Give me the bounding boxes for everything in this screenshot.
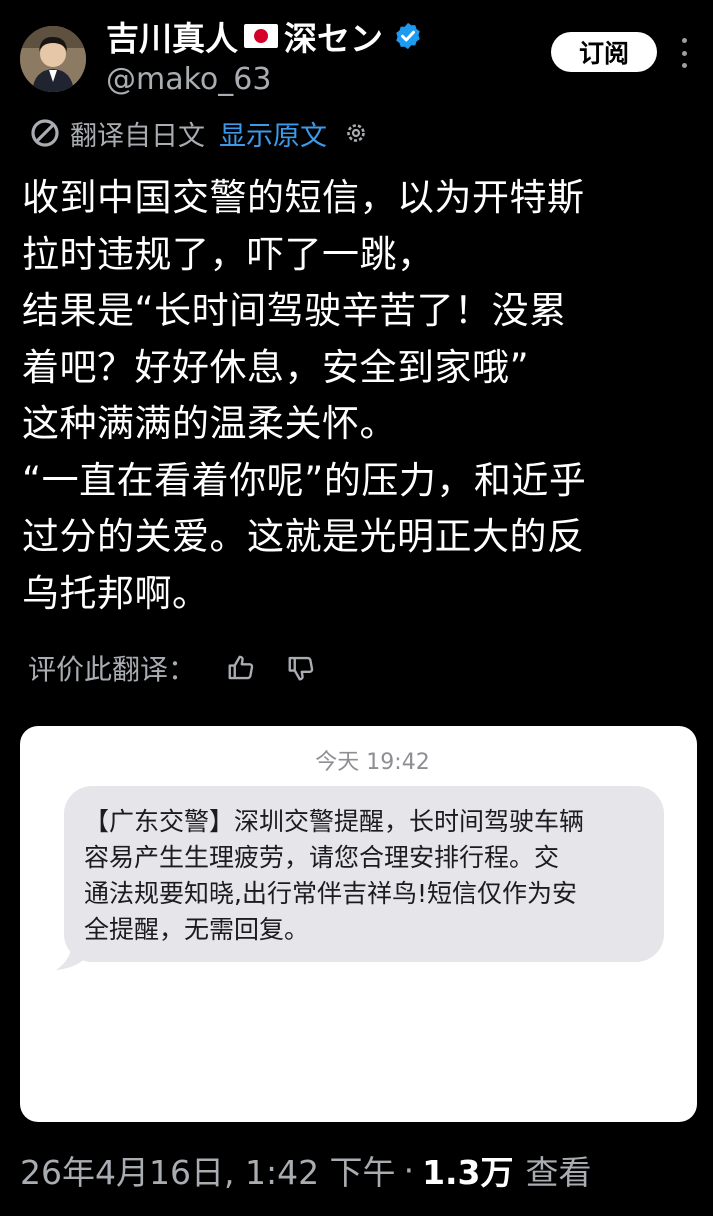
tweet-text-line: 乌托邦啊。 <box>22 571 210 615</box>
author-display-name[interactable]: 吉川真人 <box>106 12 238 60</box>
tweet-text-line: 着吧？好好休息，安全到家哦” <box>22 345 530 389</box>
tweet-text-line: 这种满满的温柔关怀。 <box>22 402 397 445</box>
tweet-text-line: 收到中国交警的短信，以为开特斯 <box>22 176 585 219</box>
tweet-text-line: 结果是“长时间驾驶辛苦了！没累 <box>22 289 567 332</box>
sms-text-line: 容易产生生理疲劳，请您合理安排行程。交 <box>84 843 560 872</box>
tweet-meta: 26年4月16日, 1:42 下午 · 1.3万 查看 <box>20 1146 592 1194</box>
meta-separator: · <box>403 1150 415 1190</box>
avatar[interactable] <box>20 26 86 92</box>
rate-translation-label: 评价此翻译： <box>28 653 197 686</box>
author-name-row[interactable]: 吉川真人 深セン <box>106 14 423 58</box>
show-original-link[interactable]: 显示原文 <box>219 114 327 153</box>
japan-flag-icon <box>244 24 278 48</box>
translated-from-label: 翻译自日文 <box>70 120 205 152</box>
tweet-text-line: “一直在看着你呢”的压力，和近乎 <box>22 458 587 502</box>
sms-text-line: 通法规要知晓,出行常伴吉祥鸟!短信仅作为安 <box>84 879 577 908</box>
sms-message-text: 【广东交警】深圳交警提醒，长时间驾驶车辆 容易产生生理疲劳，请您合理安排行程。交… <box>84 804 654 948</box>
verified-badge-icon <box>396 22 420 50</box>
rate-translation-row: 评价此翻译： <box>28 646 316 690</box>
thumbs-down-icon[interactable] <box>286 653 316 683</box>
subscribe-button[interactable]: 订阅 <box>551 32 657 72</box>
tweet-text-line: 过分的关爱。这就是光明正大的反 <box>22 515 585 558</box>
tweet-text-line: 拉时违规了，吓了一跳， <box>22 232 435 276</box>
translation-bar: 翻译自日文 显示原文 <box>28 113 369 153</box>
attached-screenshot[interactable]: 今天 19:42 【广东交警】深圳交警提醒，长时间驾驶车辆 容易产生生理疲劳，请… <box>20 726 697 1122</box>
author-handle[interactable]: @mako_63 <box>106 62 271 97</box>
author-display-name-suffix[interactable]: 深セン <box>284 12 383 60</box>
sms-timestamp: 今天 19:42 <box>315 750 430 775</box>
tweet-timestamp[interactable]: 26年4月16日, 1:42 下午 <box>20 1146 396 1194</box>
views-count: 1.3万 <box>422 1153 514 1192</box>
sms-text-line: 全提醒，无需回复。 <box>84 915 310 944</box>
translate-icon <box>31 119 59 147</box>
gear-icon[interactable] <box>343 120 369 146</box>
sms-text-line: 【广东交警】深圳交警提醒，长时间驾驶车辆 <box>84 807 585 836</box>
tweet-text: 收到中国交警的短信，以为开特斯 拉时违规了，吓了一跳， 结果是“长时间驾驶辛苦了… <box>22 170 702 622</box>
tweet-header: 吉川真人 深セン @mako_63 订阅 <box>0 0 713 110</box>
thumbs-up-icon[interactable] <box>226 653 256 683</box>
more-icon[interactable] <box>676 38 692 68</box>
views-label: 查看 <box>525 1153 592 1192</box>
